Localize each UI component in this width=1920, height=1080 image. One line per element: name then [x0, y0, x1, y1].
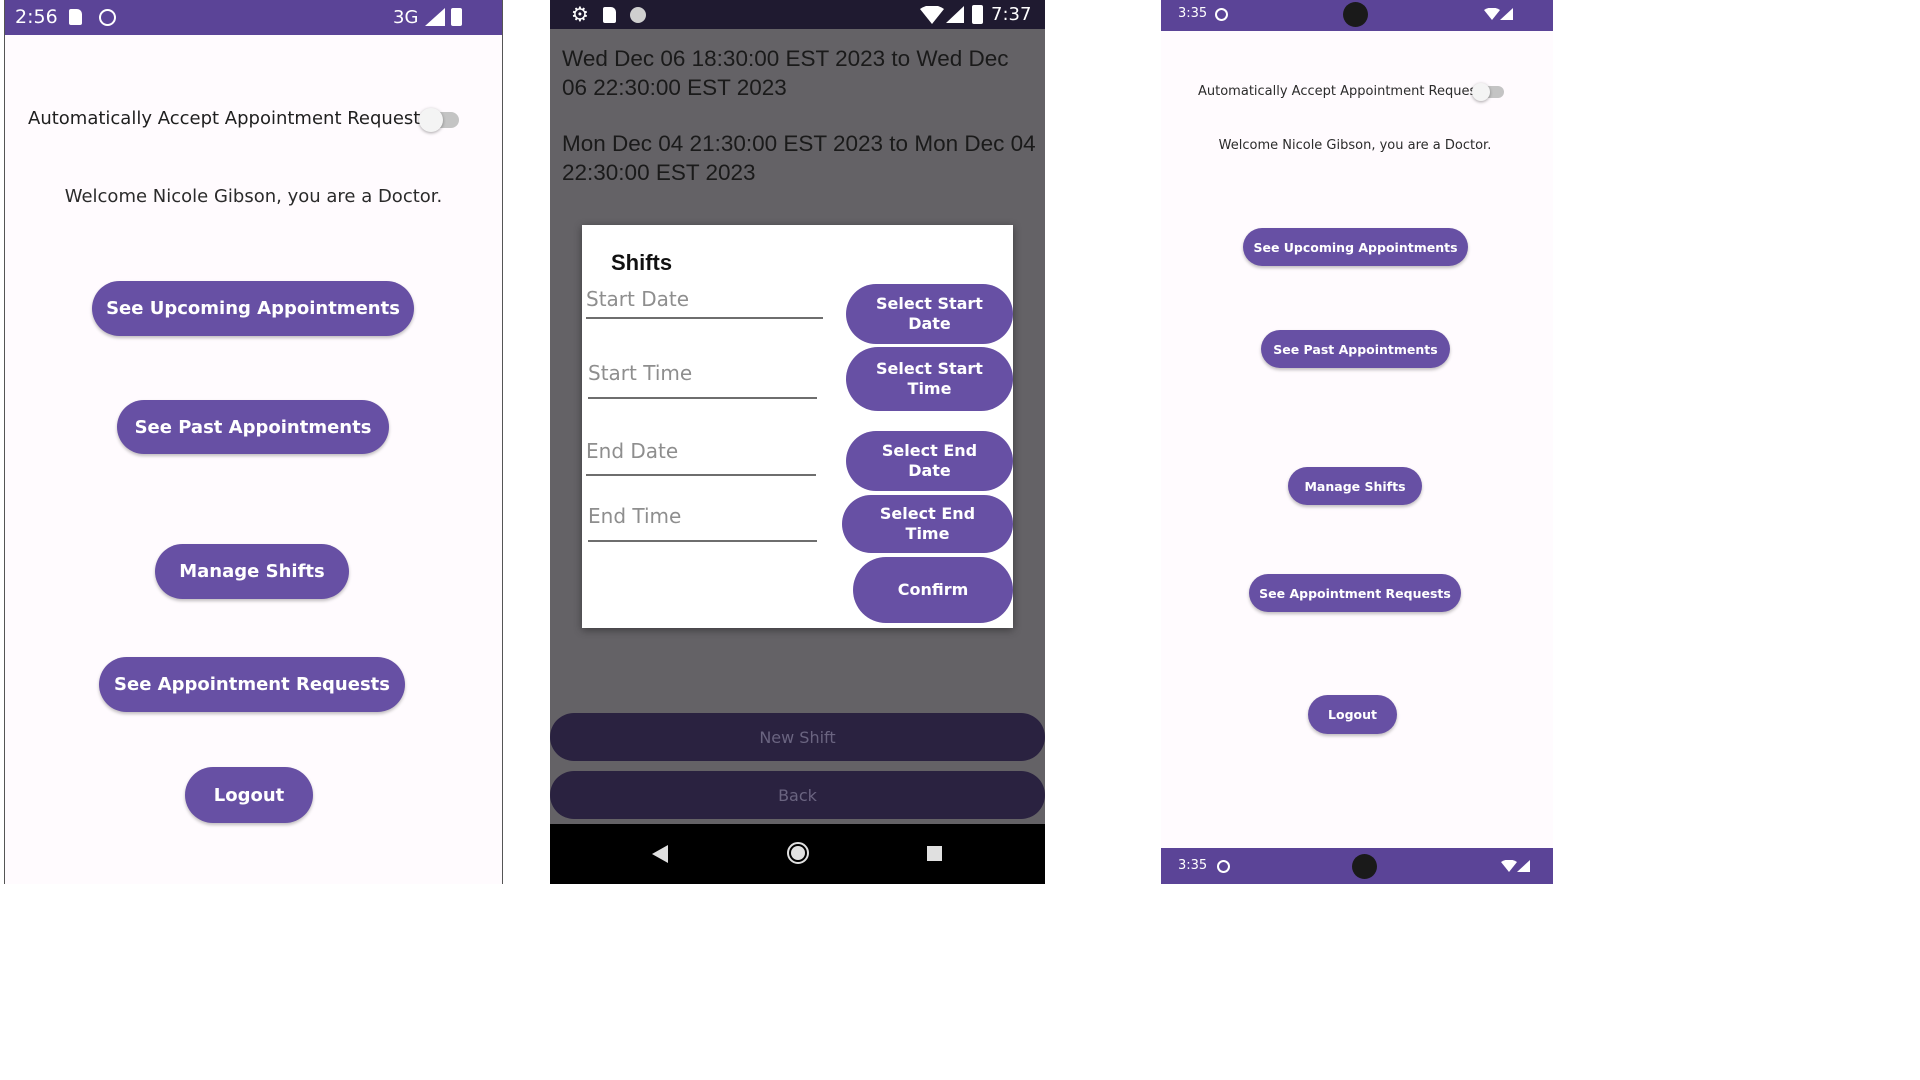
end-date-input[interactable]: [586, 439, 816, 463]
select-end-date-button[interactable]: Select End Date: [846, 431, 1013, 491]
auto-accept-toggle[interactable]: [1471, 82, 1505, 102]
status-time: 7:37: [991, 4, 1032, 25]
see-appointment-requests-button[interactable]: See Appointment Requests: [99, 657, 405, 712]
status-time: 2:56: [15, 6, 58, 28]
middle-status-bar: ⚙ 7:37: [550, 0, 1045, 29]
settings-icon: ⚙: [571, 2, 589, 26]
record-icon: [630, 7, 646, 23]
toggle-knob: [1472, 83, 1490, 101]
select-start-time-button[interactable]: Select Start Time: [846, 347, 1013, 411]
right-status-bar: 3:35: [1161, 0, 1553, 31]
right-bottom-bar: 3:35: [1161, 848, 1553, 884]
signal-icon: [946, 6, 964, 23]
manage-shifts-button[interactable]: Manage Shifts: [155, 544, 349, 599]
end-time-field[interactable]: [588, 504, 817, 542]
recents-nav-icon[interactable]: [927, 846, 942, 861]
logout-button[interactable]: Logout: [185, 767, 313, 823]
select-start-date-button[interactable]: Select Start Date: [846, 284, 1013, 344]
navigation-bar: [550, 824, 1045, 884]
battery-icon: [451, 8, 462, 26]
logout-button[interactable]: Logout: [1308, 695, 1397, 734]
signal-icon: [1500, 8, 1513, 20]
left-status-bar: 2:56 3G: [5, 0, 502, 35]
signal-icon: [425, 8, 445, 26]
toggle-knob: [419, 108, 443, 132]
auto-accept-label: Automatically Accept Appointment Request…: [1198, 84, 1489, 99]
wifi-icon: [1484, 8, 1500, 20]
welcome-text: Welcome Nicole Gibson, you are a Doctor.: [1218, 138, 1492, 153]
back-button[interactable]: Back: [550, 771, 1045, 819]
network-type: 3G: [393, 7, 419, 28]
middle-phone-screen: ⚙ 7:37 Wed Dec 06 18:30:00 EST 2023 to W…: [550, 0, 1045, 884]
status-time: 3:35: [1178, 6, 1208, 21]
shift-list-item: Mon Dec 04 21:30:00 EST 2023 to Mon Dec …: [562, 131, 1036, 185]
see-appointment-requests-button[interactable]: See Appointment Requests: [1249, 574, 1461, 612]
confirm-button[interactable]: Confirm: [853, 557, 1013, 623]
start-date-input[interactable]: [586, 287, 823, 311]
shift-list: Wed Dec 06 18:30:00 EST 2023 to Wed Dec …: [562, 44, 1038, 187]
select-end-time-button[interactable]: Select End Time: [842, 495, 1013, 553]
left-phone-screen: 2:56 3G Automatically Accept Appointment…: [4, 0, 503, 884]
auto-accept-toggle[interactable]: [417, 106, 461, 134]
wifi-icon: [1501, 860, 1517, 872]
shift-list-item: Wed Dec 06 18:30:00 EST 2023 to Wed Dec …: [562, 46, 1009, 100]
see-past-appointments-button[interactable]: See Past Appointments: [117, 400, 389, 454]
welcome-text: Welcome Nicole Gibson, you are a Doctor.: [64, 186, 443, 207]
home-nav-icon[interactable]: [786, 841, 810, 865]
signal-icon: [1517, 860, 1530, 872]
shifts-dialog: Shifts Select Start Date Select Start Ti…: [582, 225, 1013, 628]
sync-icon: [99, 9, 116, 26]
see-past-appointments-button[interactable]: See Past Appointments: [1261, 330, 1450, 368]
see-upcoming-appointments-button[interactable]: See Upcoming Appointments: [1243, 228, 1468, 266]
sd-card-icon: [603, 7, 616, 23]
start-date-field[interactable]: [586, 287, 823, 319]
battery-icon: [972, 5, 983, 24]
sync-icon: [1217, 860, 1230, 873]
end-date-field[interactable]: [586, 439, 816, 476]
start-time-input[interactable]: [588, 361, 817, 385]
start-time-field[interactable]: [588, 361, 817, 399]
camera-cutout: [1352, 854, 1377, 879]
sd-card-icon: [69, 9, 82, 25]
wifi-icon: [920, 6, 944, 24]
sync-icon: [1215, 8, 1228, 21]
camera-cutout: [1343, 2, 1368, 27]
new-shift-button[interactable]: New Shift: [550, 713, 1045, 761]
end-time-input[interactable]: [588, 504, 817, 528]
bottom-bar-time: 3:35: [1178, 858, 1208, 873]
auto-accept-label: Automatically Accept Appointment Request…: [28, 108, 430, 129]
right-phone-screen: 3:35 Automatically Accept Appointment Re…: [1161, 0, 1553, 884]
dialog-title: Shifts: [611, 250, 673, 275]
back-nav-icon[interactable]: [650, 844, 670, 864]
see-upcoming-appointments-button[interactable]: See Upcoming Appointments: [92, 281, 414, 336]
manage-shifts-button[interactable]: Manage Shifts: [1288, 467, 1422, 505]
